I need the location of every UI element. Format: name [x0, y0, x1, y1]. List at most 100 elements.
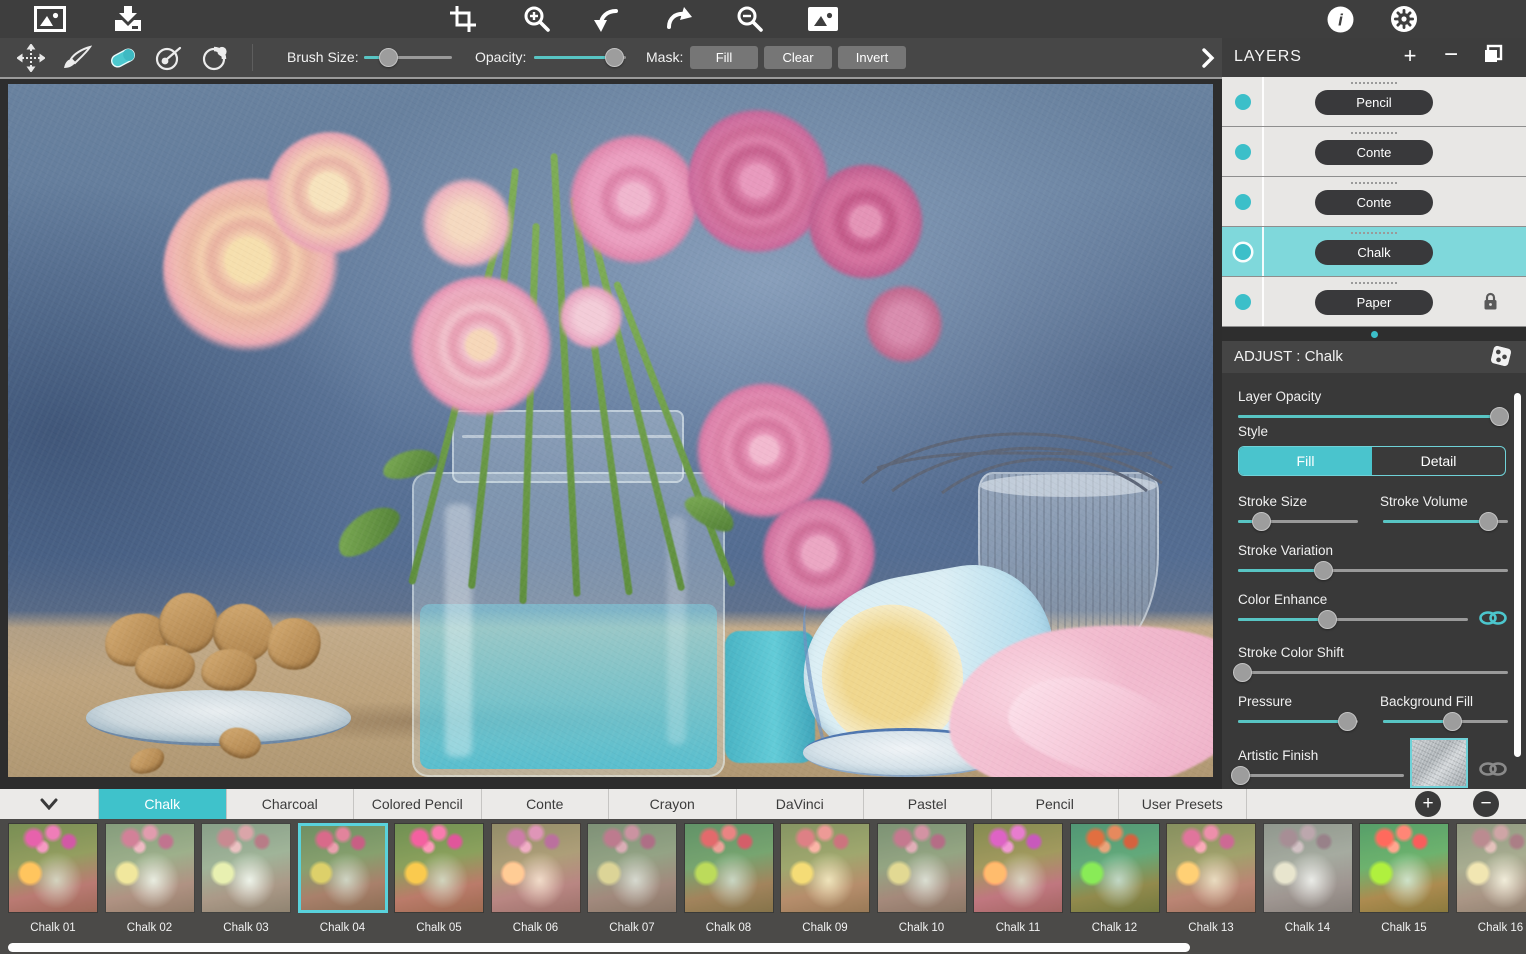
mask-fade-tool[interactable]	[199, 42, 233, 73]
opacity-knob[interactable]	[605, 48, 624, 67]
info-icon[interactable]: i	[1323, 3, 1357, 35]
stroke-volume-slider[interactable]	[1383, 511, 1508, 531]
adjust-scrollbar[interactable]	[1514, 393, 1521, 757]
art-whisk	[852, 413, 1182, 503]
app-window: i Brush Size: Opacity: Mask:	[0, 0, 1526, 954]
opacity-slider[interactable]	[534, 47, 626, 67]
preset-chalk-09[interactable]: Chalk 09	[780, 823, 870, 934]
layer-visibility-dot[interactable]	[1235, 244, 1251, 260]
layer-visibility-dot[interactable]	[1235, 144, 1251, 160]
preset-chalk-12[interactable]: Chalk 12	[1070, 823, 1160, 934]
preset-chalk-16[interactable]: Chalk 16	[1456, 823, 1526, 934]
randomize-dice-icon[interactable]	[1490, 345, 1512, 367]
preset-thumbnail-image	[8, 823, 98, 913]
layer-name-pill[interactable]: Pencil	[1315, 90, 1433, 115]
layer-name-pill[interactable]: Conte	[1315, 140, 1433, 165]
layer-row-conte-1[interactable]: Conte	[1222, 127, 1526, 177]
preset-chalk-05[interactable]: Chalk 05	[394, 823, 484, 934]
tab-crayon[interactable]: Crayon	[609, 789, 737, 819]
thumbnail-scrollbar[interactable]	[8, 943, 1190, 952]
toolbar-expand-chevron[interactable]	[1196, 46, 1220, 70]
remove-preset-button[interactable]: −	[1473, 791, 1499, 817]
layer-row-paper-4[interactable]: Paper	[1222, 277, 1526, 327]
layer-row-pencil-0[interactable]: Pencil	[1222, 77, 1526, 127]
remove-layer-button[interactable]: −	[1438, 44, 1464, 70]
preset-chalk-03[interactable]: Chalk 03	[201, 823, 291, 934]
preset-chalk-06[interactable]: Chalk 06	[491, 823, 581, 934]
layer-name-pill[interactable]: Chalk	[1315, 240, 1433, 265]
layer-opacity-slider[interactable]	[1238, 406, 1508, 426]
layer-name-pill[interactable]: Paper	[1315, 290, 1433, 315]
artistic-finish-link-icon[interactable]	[1478, 761, 1508, 777]
layer-drag-handle[interactable]	[1351, 82, 1397, 84]
preset-chalk-08[interactable]: Chalk 08	[684, 823, 774, 934]
style-detail-option[interactable]: Detail	[1372, 447, 1505, 475]
add-preset-button[interactable]: +	[1415, 791, 1441, 817]
tab-chalk[interactable]: Chalk	[99, 789, 227, 819]
preset-chalk-10[interactable]: Chalk 10	[877, 823, 967, 934]
stroke-size-label: Stroke Size	[1238, 494, 1307, 509]
zoom-in-icon[interactable]	[520, 3, 554, 35]
layer-visibility-dot[interactable]	[1235, 94, 1251, 110]
save-export-icon[interactable]	[111, 3, 145, 35]
tab-colored-pencil[interactable]: Colored Pencil	[354, 789, 482, 819]
preset-thumbnail-image	[1456, 823, 1526, 913]
preset-chalk-04[interactable]: Chalk 04	[298, 823, 388, 934]
mask-fill-button[interactable]: Fill	[690, 46, 758, 69]
crop-icon[interactable]	[446, 3, 480, 35]
layer-name-pill[interactable]: Conte	[1315, 190, 1433, 215]
layer-drag-handle[interactable]	[1351, 132, 1397, 134]
style-fill-option[interactable]: Fill	[1239, 447, 1372, 475]
preset-chalk-13[interactable]: Chalk 13	[1166, 823, 1256, 934]
layer-visibility-dot[interactable]	[1235, 194, 1251, 210]
preset-thumbnail-image	[587, 823, 677, 913]
layer-drag-handle[interactable]	[1351, 232, 1397, 234]
layer-row-chalk-3[interactable]: Chalk	[1222, 227, 1526, 277]
preset-chalk-02[interactable]: Chalk 02	[105, 823, 195, 934]
image-preview-icon[interactable]	[806, 3, 840, 35]
layer-row-conte-2[interactable]: Conte	[1222, 177, 1526, 227]
brush-tool[interactable]	[60, 42, 94, 73]
layer-visibility-dot[interactable]	[1235, 294, 1251, 310]
tab-pastel[interactable]: Pastel	[864, 789, 992, 819]
preset-chalk-07[interactable]: Chalk 07	[587, 823, 677, 934]
collapse-presets-chevron[interactable]	[0, 789, 99, 819]
zoom-out-icon[interactable]	[733, 3, 767, 35]
tab-conte[interactable]: Conte	[482, 789, 610, 819]
photo-library-icon[interactable]	[33, 3, 67, 35]
layer-drag-handle[interactable]	[1351, 282, 1397, 284]
tab-davinci[interactable]: DaVinci	[737, 789, 865, 819]
pressure-slider[interactable]	[1238, 711, 1358, 731]
tab-charcoal[interactable]: Charcoal	[227, 789, 355, 819]
preset-chalk-14[interactable]: Chalk 14	[1263, 823, 1353, 934]
stroke-variation-slider[interactable]	[1238, 560, 1508, 580]
color-enhance-slider[interactable]	[1238, 609, 1468, 629]
settings-icon[interactable]	[1387, 3, 1421, 35]
tab-user-presets[interactable]: User Presets	[1119, 789, 1247, 819]
preset-chalk-01[interactable]: Chalk 01	[8, 823, 98, 934]
undo-icon[interactable]	[590, 3, 624, 35]
stroke-size-slider[interactable]	[1238, 511, 1358, 531]
mask-clear-button[interactable]: Clear	[764, 46, 832, 69]
mask-invert-button[interactable]: Invert	[838, 46, 906, 69]
tab-pencil[interactable]: Pencil	[992, 789, 1120, 819]
stroke-color-shift-slider[interactable]	[1238, 662, 1508, 682]
preset-chalk-11[interactable]: Chalk 11	[973, 823, 1063, 934]
mask-dab-tool[interactable]	[152, 42, 186, 73]
artistic-finish-texture-thumbnail[interactable]	[1410, 738, 1468, 788]
thumbnail-scrollbar-track	[0, 941, 1526, 954]
preset-chalk-15[interactable]: Chalk 15	[1359, 823, 1449, 934]
brush-size-knob[interactable]	[379, 48, 398, 67]
color-enhance-link-icon[interactable]	[1478, 610, 1508, 626]
redo-icon[interactable]	[661, 3, 695, 35]
stroke-variation-label: Stroke Variation	[1238, 543, 1333, 558]
canvas-artwork[interactable]	[8, 84, 1213, 777]
layer-drag-handle[interactable]	[1351, 182, 1397, 184]
add-layer-button[interactable]: +	[1397, 44, 1423, 70]
duplicate-layer-button[interactable]	[1480, 44, 1506, 70]
eraser-tool[interactable]	[106, 42, 140, 73]
brush-size-slider[interactable]	[364, 47, 452, 67]
background-fill-slider[interactable]	[1383, 711, 1508, 731]
move-tool[interactable]	[14, 42, 48, 73]
artistic-finish-slider[interactable]	[1238, 765, 1404, 785]
